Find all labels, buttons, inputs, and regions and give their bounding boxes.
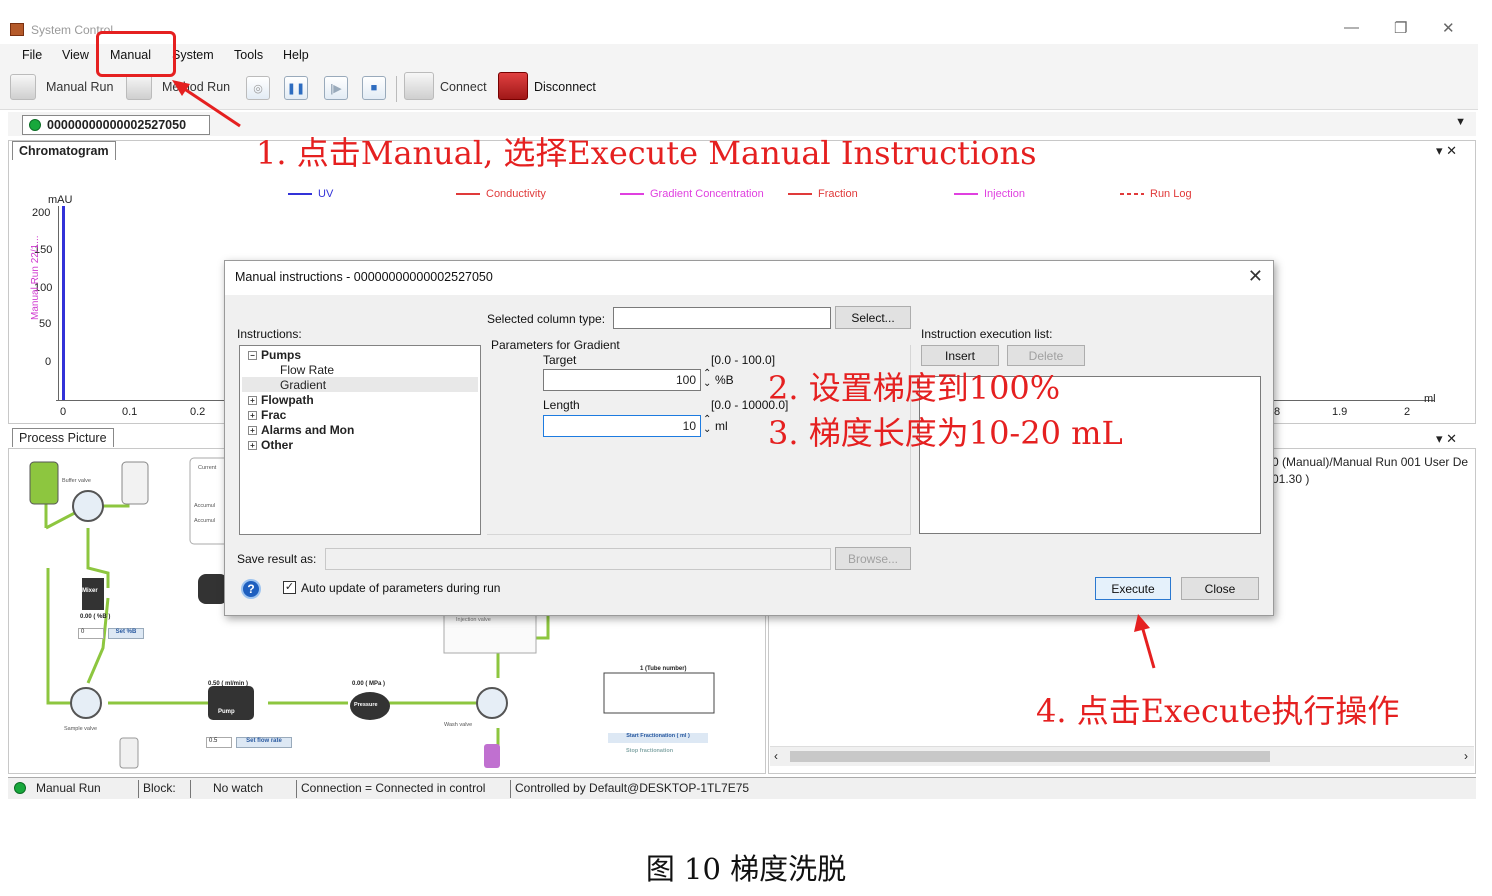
arrow-head-icon xyxy=(172,80,190,96)
arrow-to-manual xyxy=(179,84,241,128)
arrow-to-execute xyxy=(1140,625,1156,669)
figure-caption: 图 10 梯度洗脱 xyxy=(645,852,847,886)
annotation-step3: 3. 梯度长度为10-20 mL xyxy=(768,414,1123,452)
annotation-step2: 2. 设置梯度到100% xyxy=(768,369,1061,407)
annotation-step4: 4. 点击Execute执行操作 xyxy=(1036,692,1400,730)
arrow-head-icon xyxy=(1134,614,1150,632)
annotation-step1: 1. 点击Manual, 选择Execute Manual Instructio… xyxy=(256,134,1037,172)
